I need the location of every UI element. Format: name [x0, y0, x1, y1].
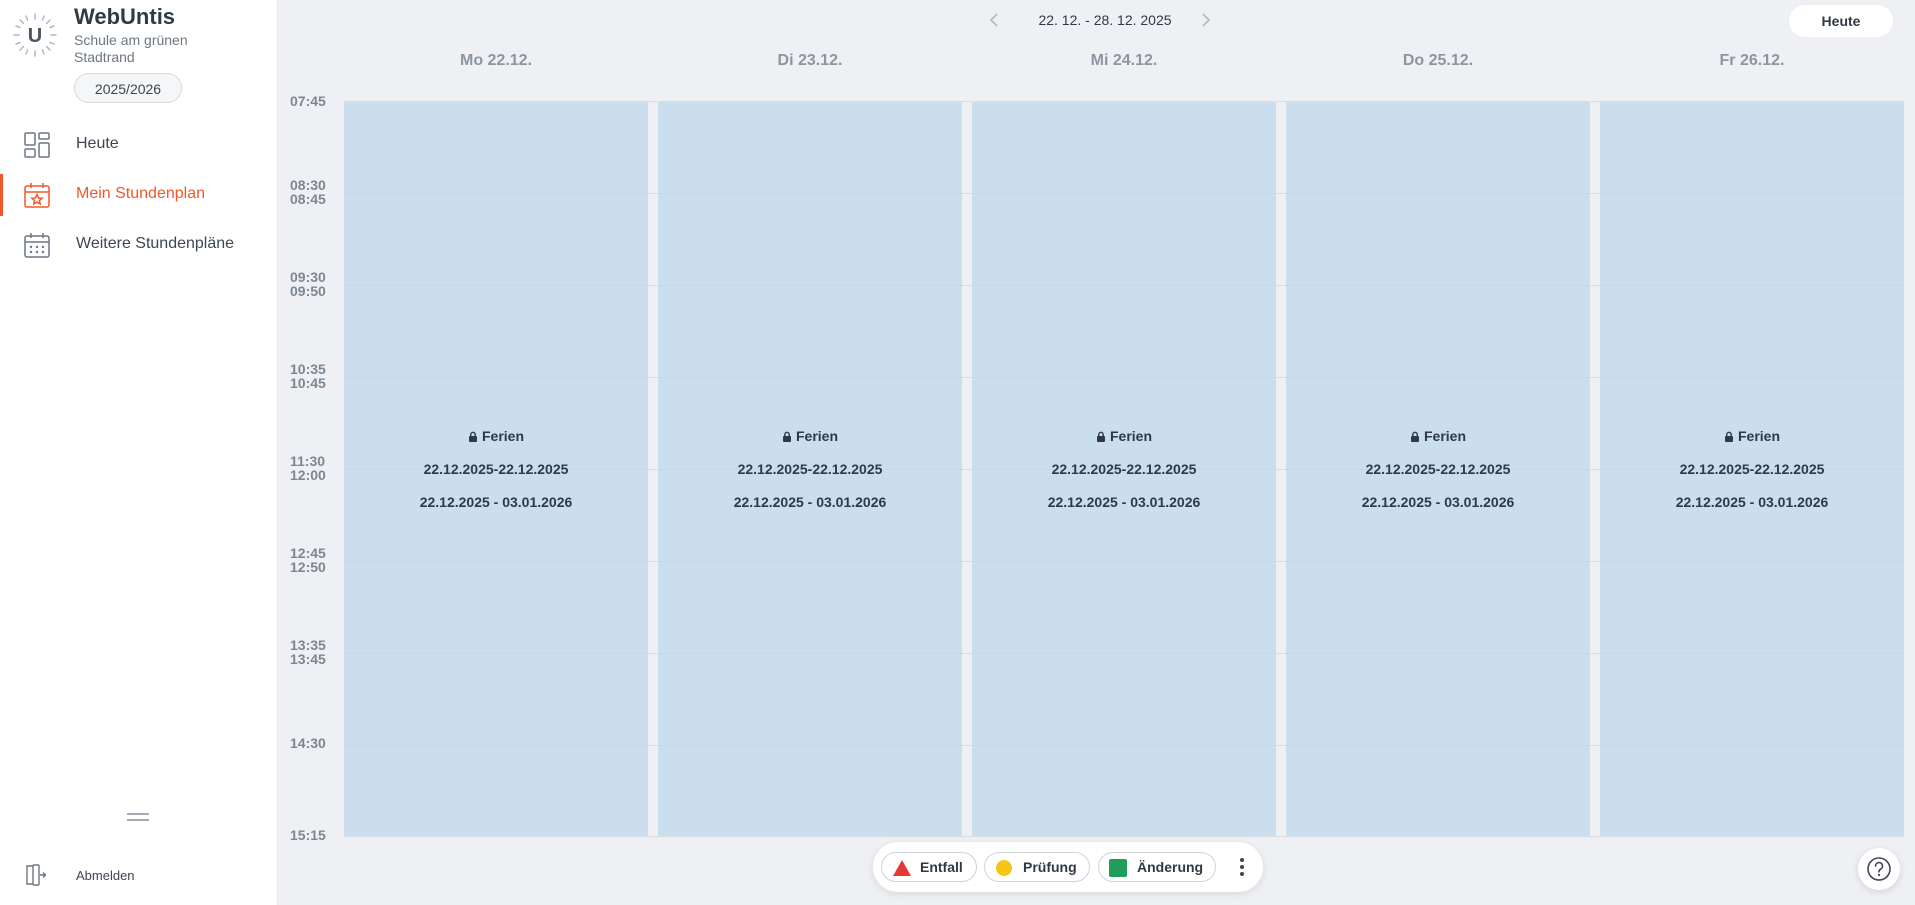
lock-icon — [468, 431, 477, 442]
holiday-title: Ferien — [658, 428, 962, 444]
nav-label: Mein Stundenplan — [76, 185, 205, 202]
dashboard-icon — [24, 132, 50, 158]
sidebar: U WebUntis Schule am grünen Stadtrand 20… — [0, 0, 278, 905]
time-label: 10:35 — [290, 361, 326, 377]
holiday-block-friday[interactable]: Ferien 22.12.2025-22.12.2025 22.12.2025 … — [1600, 102, 1904, 836]
day-header-tuesday: Di 23.12. — [777, 52, 843, 69]
holiday-block-monday[interactable]: Ferien 22.12.2025-22.12.2025 22.12.2025 … — [344, 102, 648, 836]
grid-line — [344, 836, 1904, 837]
holiday-title: Ferien — [1286, 428, 1590, 444]
holiday-title-text: Ferien — [1737, 428, 1780, 444]
holiday-info: Ferien 22.12.2025-22.12.2025 22.12.2025 … — [344, 428, 648, 510]
nav-item-heute[interactable]: Heute — [0, 124, 278, 166]
day-header-wednesday: Mi 24.12. — [1090, 52, 1158, 69]
next-week-chevron-icon[interactable] — [1195, 10, 1215, 30]
legend-bar: Entfall Prüfung Änderung — [873, 842, 1263, 892]
holiday-info: Ferien 22.12.2025-22.12.2025 22.12.2025 … — [972, 428, 1276, 510]
help-question-icon — [1867, 857, 1891, 881]
calendar-star-icon — [24, 182, 50, 208]
help-button[interactable] — [1858, 848, 1900, 890]
nav-item-mein-stundenplan[interactable]: Mein Stundenplan — [0, 174, 278, 216]
holiday-title-text: Ferien — [1109, 428, 1152, 444]
legend-label: Entfall — [920, 859, 963, 875]
cancelled-triangle-icon — [893, 860, 911, 876]
legend-chip-entfall[interactable]: Entfall — [881, 852, 977, 882]
logout-button[interactable]: Abmelden — [0, 858, 278, 892]
holiday-range-full: 22.12.2025 - 03.01.2026 — [733, 494, 887, 510]
exam-circle-icon — [996, 860, 1012, 876]
holiday-title-text: Ferien — [481, 428, 524, 444]
lock-icon — [1096, 431, 1105, 442]
holiday-range-short: 22.12.2025-22.12.2025 — [423, 461, 569, 477]
app-name: WebUntis — [74, 4, 176, 29]
holiday-block-wednesday[interactable]: Ferien 22.12.2025-22.12.2025 22.12.2025 … — [972, 102, 1276, 836]
legend-label: Änderung — [1137, 859, 1204, 875]
webuntis-logo: U — [12, 12, 58, 58]
lock-icon — [1410, 431, 1419, 442]
holiday-range-short: 22.12.2025-22.12.2025 — [1051, 461, 1197, 477]
legend-chip-aenderung[interactable]: Änderung — [1098, 852, 1216, 882]
time-label: 09:30 — [290, 269, 326, 285]
time-label: 15:15 — [290, 827, 326, 843]
change-square-icon — [1109, 859, 1127, 877]
sidebar-collapse-handle[interactable] — [126, 810, 150, 824]
more-options-icon[interactable] — [1233, 854, 1251, 880]
time-label: 13:35 — [290, 637, 326, 653]
day-header-friday: Fr 26.12. — [1719, 52, 1785, 69]
time-label: 12:00 — [290, 467, 326, 483]
time-label: 12:45 — [290, 545, 326, 561]
holiday-title: Ferien — [344, 428, 648, 444]
today-button[interactable]: Heute — [1789, 5, 1893, 37]
previous-week-chevron-icon[interactable] — [985, 10, 1005, 30]
nav-item-weitere-stundenplaene[interactable]: Weitere Stundenpläne — [0, 224, 278, 266]
holiday-info: Ferien 22.12.2025-22.12.2025 22.12.2025 … — [1286, 428, 1590, 510]
nav-label: Weitere Stundenpläne — [76, 235, 235, 252]
holiday-range-short: 22.12.2025-22.12.2025 — [1365, 461, 1511, 477]
time-label: 08:45 — [290, 191, 326, 207]
holiday-range-full: 22.12.2025 - 03.01.2026 — [1047, 494, 1201, 510]
time-label: 11:30 — [290, 453, 326, 469]
lock-icon — [1724, 431, 1733, 442]
time-label: 12:50 — [290, 559, 326, 575]
day-header-monday: Mo 22.12. — [459, 52, 533, 69]
legend-chip-pruefung[interactable]: Prüfung — [984, 852, 1090, 882]
holiday-info: Ferien 22.12.2025-22.12.2025 22.12.2025 … — [658, 428, 962, 510]
time-label: 13:45 — [290, 651, 326, 667]
holiday-range-full: 22.12.2025 - 03.01.2026 — [1675, 494, 1829, 510]
logout-icon — [24, 864, 47, 886]
holiday-title: Ferien — [1600, 428, 1904, 444]
holiday-range-short: 22.12.2025-22.12.2025 — [737, 461, 883, 477]
school-year-selector[interactable]: 2025/2026 — [74, 73, 182, 103]
time-label: 07:45 — [290, 93, 326, 109]
week-navigator: 22. 12. - 28. 12. 2025 — [985, 8, 1225, 32]
day-header-thursday: Do 25.12. — [1402, 52, 1474, 69]
holiday-title-text: Ferien — [795, 428, 838, 444]
holiday-range-short: 22.12.2025-22.12.2025 — [1679, 461, 1825, 477]
time-label: 08:30 — [290, 177, 326, 193]
logout-label: Abmelden — [76, 868, 135, 883]
holiday-range-full: 22.12.2025 - 03.01.2026 — [1361, 494, 1515, 510]
calendar-grid-icon — [24, 232, 50, 258]
holiday-title: Ferien — [972, 428, 1276, 444]
holiday-info: Ferien 22.12.2025-22.12.2025 22.12.2025 … — [1600, 428, 1904, 510]
holiday-block-thursday[interactable]: Ferien 22.12.2025-22.12.2025 22.12.2025 … — [1286, 102, 1590, 836]
holiday-block-tuesday[interactable]: Ferien 22.12.2025-22.12.2025 22.12.2025 … — [658, 102, 962, 836]
holiday-range-full: 22.12.2025 - 03.01.2026 — [419, 494, 573, 510]
nav-label: Heute — [76, 135, 119, 152]
logo-letter: U — [28, 25, 42, 47]
school-name: Schule am grünen Stadtrand — [74, 32, 188, 65]
week-range-label: 22. 12. - 28. 12. 2025 — [1038, 12, 1172, 28]
time-label: 09:50 — [290, 283, 326, 299]
holiday-title-text: Ferien — [1423, 428, 1466, 444]
time-label: 10:45 — [290, 375, 326, 391]
lock-icon — [782, 431, 791, 442]
time-label: 14:30 — [290, 735, 326, 751]
legend-label: Prüfung — [1023, 859, 1077, 875]
